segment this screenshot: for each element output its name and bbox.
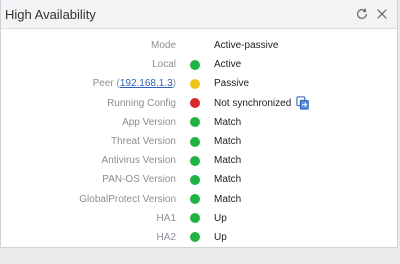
row-local: Local Active xyxy=(1,55,397,74)
status-dot-green xyxy=(190,155,200,166)
row-value: Passive xyxy=(214,78,250,90)
row-value: Not synchronized xyxy=(214,97,292,109)
status-dot-green xyxy=(190,59,200,70)
close-icon[interactable] xyxy=(375,7,389,21)
row-label: GlobalProtect Version xyxy=(79,193,176,205)
row-globalprotect-version: GlobalProtect Version Match xyxy=(1,190,397,209)
row-value: Match xyxy=(214,155,242,167)
row-label: Threat Version xyxy=(110,136,176,148)
sync-config-icon[interactable] xyxy=(296,96,310,110)
status-list: Mode Active-passive Local Active Peer (1… xyxy=(1,29,397,247)
row-label: Mode xyxy=(150,40,176,52)
row-value: Match xyxy=(214,136,242,148)
row-value: Match xyxy=(214,174,242,186)
row-panos-version: PAN-OS Version Match xyxy=(1,170,397,189)
status-dot-green xyxy=(190,232,200,243)
row-value: Up xyxy=(214,212,227,224)
row-threat-version: Threat Version Match xyxy=(1,132,397,151)
row-peer: Peer (192.168.1.3) Passive xyxy=(1,74,397,93)
row-antivirus-version: Antivirus Version Match xyxy=(1,151,397,170)
high-availability-widget: High Availability Mode Active-passive Lo… xyxy=(0,0,398,248)
row-value: Up xyxy=(214,231,227,243)
status-dot-green xyxy=(190,174,200,185)
row-ha1: HA1 Up xyxy=(1,209,397,228)
status-dot-green xyxy=(190,136,200,147)
row-app-version: App Version Match xyxy=(1,113,397,132)
row-ha2: HA2 Up xyxy=(1,228,397,247)
row-label: HA1 xyxy=(156,212,176,224)
widget-title: High Availability xyxy=(5,6,96,22)
header-actions xyxy=(355,7,389,21)
row-label: Antivirus Version xyxy=(101,155,176,167)
row-value: Active-passive xyxy=(214,40,279,52)
widget-header: High Availability xyxy=(1,0,397,29)
row-label: Local xyxy=(152,59,176,71)
row-label: App Version xyxy=(122,116,176,128)
row-mode: Mode Active-passive xyxy=(1,36,397,55)
status-dot-green xyxy=(190,213,200,224)
status-dot-yellow xyxy=(190,78,200,89)
status-dot-green xyxy=(190,194,200,205)
row-label: PAN-OS Version xyxy=(102,174,176,186)
row-label: Running Config xyxy=(107,97,176,109)
row-running-config: Running Config Not synchronized xyxy=(1,94,397,113)
row-value: Active xyxy=(214,59,242,71)
status-dot-red xyxy=(190,98,200,109)
row-label: HA2 xyxy=(156,231,176,243)
peer-ip-link[interactable]: 192.168.1.3 xyxy=(120,78,173,89)
row-label: Peer (192.168.1.3) xyxy=(92,78,176,90)
row-value: Match xyxy=(214,116,242,128)
refresh-icon[interactable] xyxy=(355,7,369,21)
status-dot-green xyxy=(190,117,200,128)
row-value: Match xyxy=(214,193,242,205)
